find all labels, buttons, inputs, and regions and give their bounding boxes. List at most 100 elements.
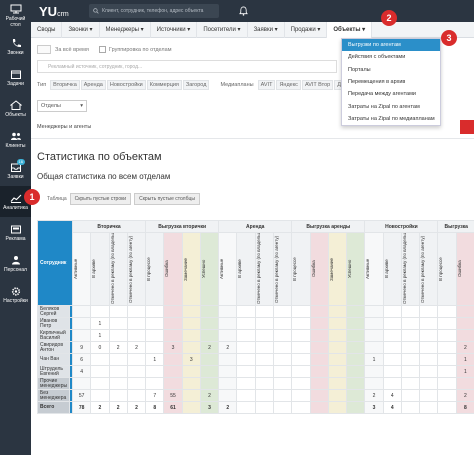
- table-cell: [181, 329, 201, 342]
- global-search-input[interactable]: Клиент, сотрудник, телефон, адрес объект…: [89, 4, 219, 18]
- table-cell: [163, 377, 183, 390]
- table-cell: [437, 401, 457, 414]
- dropdown-menu-item[interactable]: Передача между агентами: [342, 88, 440, 100]
- sidebar-item-settings[interactable]: Настройки: [0, 279, 31, 310]
- sidebar-item-desktop[interactable]: Рабочий стол: [0, 0, 31, 31]
- table-column-header[interactable]: Отмечено в рекламу (по агенту): [126, 232, 147, 306]
- table-column-header[interactable]: Отмечено в рекламу (по владельцу объекта…: [400, 232, 421, 306]
- table-cell: [254, 305, 274, 318]
- type-chip[interactable]: Загород: [182, 80, 210, 90]
- table-group-header: Выгрузка: [437, 220, 474, 233]
- nav-item[interactable]: Менеджеры ▾: [100, 21, 151, 38]
- type-chip[interactable]: Вторичка: [50, 80, 80, 90]
- table-cell: [236, 389, 256, 402]
- table-cell: [163, 365, 183, 378]
- table-column-header[interactable]: Успешно: [199, 232, 220, 306]
- table-cell: [382, 317, 402, 330]
- table-column-header[interactable]: Активные: [364, 232, 384, 306]
- nav-item[interactable]: Источники ▾: [151, 21, 198, 38]
- table-column-header[interactable]: В процессе: [291, 232, 311, 306]
- table-column-header[interactable]: Замечание: [327, 232, 348, 306]
- employee-name[interactable]: Всего: [37, 401, 70, 414]
- type-chip[interactable]: Аренда: [80, 80, 106, 90]
- sidebar-item-clients[interactable]: Клиенты: [0, 124, 31, 155]
- table-cell: 2: [90, 401, 110, 414]
- dropdown-menu-item[interactable]: Действия с объектами: [342, 51, 440, 63]
- table-cell: 8: [455, 401, 474, 414]
- nav-item[interactable]: Звонки ▾: [62, 21, 100, 38]
- table-column-header[interactable]: В процессе: [145, 232, 165, 306]
- employee-name[interactable]: Свиридов Антон: [37, 341, 70, 354]
- table-column-header[interactable]: Замечание: [181, 232, 201, 306]
- nav-item[interactable]: Объекты ▾: [327, 21, 373, 38]
- nav-item[interactable]: Своды: [31, 21, 63, 38]
- sidebar-item-label: Заявки: [7, 173, 24, 180]
- table-column-header[interactable]: Ошибка: [309, 232, 329, 306]
- table-column-header[interactable]: Отмечено в рекламу (по владельцу объекта…: [108, 232, 128, 306]
- sidebar-item-ads[interactable]: Реклама: [0, 217, 31, 248]
- table-column-header[interactable]: Отмечено в рекламу (по владельцу объекта…: [254, 232, 274, 306]
- type-chip[interactable]: Коммерция: [146, 80, 182, 90]
- mediaplan-chip[interactable]: AVIT Втор: [301, 80, 334, 90]
- table-cell: [327, 377, 348, 390]
- sidebar-item-tasks[interactable]: Задачи: [0, 62, 31, 93]
- hide-empty-cols-button[interactable]: Скрыть пустые столбцы: [134, 193, 200, 205]
- table-cell: [272, 317, 293, 330]
- side-action-tab[interactable]: [460, 120, 474, 134]
- table-column-header[interactable]: Активные: [71, 232, 92, 306]
- table-cell: [382, 305, 402, 318]
- sidebar-item-staff[interactable]: Персонал: [0, 248, 31, 279]
- dropdown-menu-item[interactable]: Перемещения в архив: [342, 76, 440, 88]
- mediaplan-chip[interactable]: Яндекс: [276, 80, 301, 90]
- table-column-header[interactable]: Ошибка: [163, 232, 183, 306]
- table-column-header[interactable]: Отмечено в рекламу (по агенту): [419, 232, 439, 306]
- employee-name[interactable]: Иванов Петр: [37, 317, 70, 330]
- mediaplan-chip[interactable]: AVIT: [257, 80, 276, 90]
- table-column-header-label: Отмечено в рекламу (по владельцу объекта…: [401, 232, 407, 305]
- table-column-header[interactable]: В процессе: [437, 232, 457, 306]
- table-cell: [90, 365, 110, 378]
- table-cell: 4: [382, 401, 402, 414]
- departments-select[interactable]: Отделы ▾: [37, 100, 87, 112]
- table-cell: [309, 329, 329, 342]
- chevron-down-icon: ▾: [80, 103, 83, 109]
- nav-item[interactable]: Посетители ▾: [197, 21, 248, 38]
- table-cell: [272, 365, 293, 378]
- table-cell: [108, 329, 128, 342]
- dropdown-menu-item[interactable]: Выгрузки по агентам: [342, 39, 440, 52]
- period-prev-button[interactable]: [37, 45, 51, 54]
- employee-name[interactable]: Беляков Сергей: [37, 305, 70, 318]
- dropdown-menu-item[interactable]: Затраты на Zipal по медиапланам: [342, 113, 440, 125]
- phone-icon: [12, 38, 21, 47]
- nav-item[interactable]: Продажи ▾: [285, 21, 328, 38]
- table-column-header[interactable]: Ошибка: [455, 232, 474, 306]
- table-column-header[interactable]: В архиве: [236, 232, 256, 306]
- table-column-header[interactable]: Активные: [218, 232, 238, 306]
- table-column-header[interactable]: В архиве: [90, 232, 110, 306]
- employee-name[interactable]: Без менеджера: [37, 389, 70, 402]
- nav-item[interactable]: Заявки ▾: [248, 21, 285, 38]
- sidebar-item-label: Задачи: [7, 80, 24, 87]
- table-column-header[interactable]: В архиве: [382, 232, 402, 306]
- table-cell: [199, 329, 220, 342]
- table-column-header[interactable]: Отмечено в рекламу (по агенту): [272, 232, 293, 306]
- employee-name[interactable]: Прочие менеджеры: [37, 377, 70, 390]
- employee-name[interactable]: Штрудель Евгений: [37, 365, 70, 378]
- hide-empty-rows-button[interactable]: Скрыть пустые строки: [69, 193, 132, 205]
- sidebar-item-calls[interactable]: Звонки: [0, 31, 31, 62]
- table-cell: [181, 317, 201, 330]
- employee-name[interactable]: Кирпичный Василий: [37, 329, 70, 342]
- table-cell: [382, 341, 402, 354]
- group-by-departments-checkbox[interactable]: [98, 46, 106, 53]
- bell-icon[interactable]: [239, 6, 248, 16]
- dropdown-menu-item[interactable]: Порталы: [342, 64, 440, 76]
- employee-name[interactable]: Чан Ван: [37, 353, 70, 366]
- table-column-header[interactable]: Успешно: [346, 232, 366, 306]
- sidebar-item-requests[interactable]: Заявки 16: [0, 155, 31, 186]
- logo[interactable]: YUcrm: [39, 4, 89, 19]
- source-filter-input[interactable]: Рекламный источник, сотрудник, город...: [37, 60, 337, 73]
- dropdown-menu-item[interactable]: Затраты на Zipal по агентам: [342, 100, 440, 112]
- managers-filter-label[interactable]: Менеджеры и агенты: [37, 124, 91, 130]
- sidebar-item-objects[interactable]: Объекты: [0, 93, 31, 124]
- type-chip[interactable]: Новостройки: [106, 80, 146, 90]
